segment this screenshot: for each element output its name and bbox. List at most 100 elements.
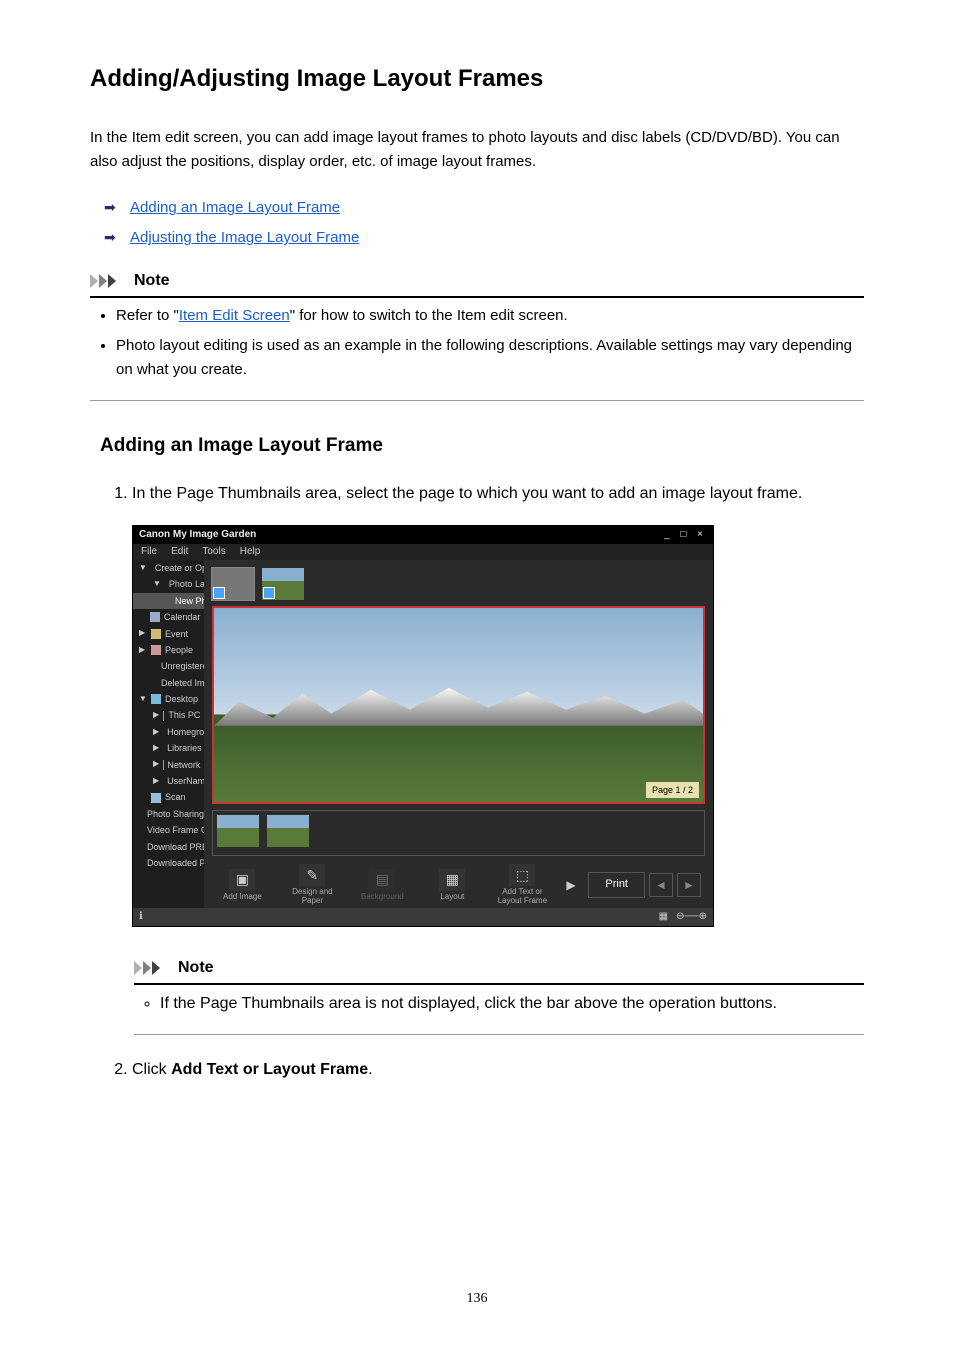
- tray-thumb-1[interactable]: [217, 815, 259, 847]
- tree-item-icon: [151, 793, 161, 803]
- tree-item[interactable]: ▶Libraries: [133, 740, 204, 756]
- steps-list: In the Page Thumbnails area, select the …: [110, 481, 864, 1082]
- tree-item[interactable]: Downloaded PREMIUM Contents: [133, 855, 204, 871]
- prev-button[interactable]: ◄: [649, 873, 673, 897]
- tree-item-label: People: [165, 643, 193, 657]
- tray-thumb-2[interactable]: [267, 815, 309, 847]
- step-1-text: In the Page Thumbnails area, select the …: [132, 481, 864, 507]
- thumb-checkbox-icon[interactable]: [263, 587, 275, 599]
- note-header: Note: [90, 268, 864, 298]
- section-heading: Adding an Image Layout Frame: [100, 431, 864, 461]
- tree-item-label: New Photo Layout (1): [175, 594, 204, 608]
- caret-icon: ▶: [153, 775, 159, 788]
- tree-item-label: UserName: [167, 774, 204, 788]
- thumb-checkbox-icon[interactable]: [213, 587, 225, 599]
- tree-item-label: Desktop: [165, 692, 198, 706]
- tree-item[interactable]: ▶People: [133, 642, 204, 658]
- zoom-slider-icon[interactable]: ⊖──⊕: [676, 909, 707, 925]
- note-item-2: Photo layout editing is used as an examp…: [116, 334, 864, 382]
- note-label: Note: [134, 268, 170, 294]
- link-adjusting[interactable]: Adjusting the Image Layout Frame: [130, 229, 359, 246]
- tree-item[interactable]: ▶ Homegroup: [133, 724, 204, 740]
- thumb-1[interactable]: [212, 568, 254, 600]
- play-icon[interactable]: ▶: [566, 876, 584, 895]
- status-icon: ▦: [659, 909, 668, 925]
- add-image-button[interactable]: ▣ Add Image: [216, 869, 268, 902]
- image-tray: [212, 810, 705, 856]
- preview-image: [214, 686, 703, 726]
- tree-item-icon: [151, 694, 161, 704]
- sidebar-tree: ▼Create or Open Items▼Photo Layout New Ph…: [133, 560, 204, 908]
- statusbar: ℹ ▦ ⊖──⊕: [133, 908, 713, 926]
- tree-item[interactable]: Deleted Images of People: [133, 675, 204, 691]
- caret-icon: ▶: [139, 627, 147, 640]
- tree-item-label: Event: [165, 627, 188, 641]
- background-icon: ▤: [369, 869, 395, 891]
- main-area: Page 1 / 2 ▣ Add Image ✎: [204, 560, 713, 908]
- thumb-2[interactable]: [262, 568, 304, 600]
- tree-item-label: Photo Sharing Sites: [147, 807, 204, 821]
- page-indicator: Page 1 / 2: [646, 782, 699, 798]
- tree-item-label: Video Frame Capture: [147, 823, 204, 837]
- link-item-edit-screen[interactable]: Item Edit Screen: [179, 307, 290, 324]
- note-body: Refer to "Item Edit Screen" for how to s…: [90, 304, 864, 401]
- tree-item[interactable]: Scan: [133, 789, 204, 805]
- step-1: In the Page Thumbnails area, select the …: [132, 481, 864, 1035]
- add-frame-button[interactable]: ⬚ Add Text or Layout Frame: [496, 864, 548, 906]
- page-title: Adding/Adjusting Image Layout Frames: [90, 60, 864, 98]
- tree-item-label: Unregistered People: [161, 659, 204, 673]
- caret-icon: ▼: [153, 578, 161, 591]
- page-number: 136: [0, 1288, 954, 1310]
- tree-item[interactable]: Unregistered People: [133, 658, 204, 674]
- menu-tools[interactable]: Tools: [202, 544, 225, 560]
- tree-item-label: Calendar: [164, 610, 201, 624]
- tree-item-icon: [163, 711, 164, 721]
- intro-text: In the Item edit screen, you can add ima…: [90, 126, 864, 174]
- tree-item-label: Scan: [165, 790, 186, 804]
- layout-button[interactable]: ▦ Layout: [426, 869, 478, 902]
- tree-item[interactable]: ▶ Event: [133, 626, 204, 642]
- tree-item[interactable]: New Photo Layout (1): [133, 593, 204, 609]
- next-button[interactable]: ►: [677, 873, 701, 897]
- tree-item-label: Download PREMIUM Contents: [147, 840, 204, 854]
- tree-item[interactable]: Video Frame Capture: [133, 822, 204, 838]
- note-header-2: Note: [134, 955, 864, 985]
- caret-icon: ▼: [139, 693, 147, 706]
- tree-item[interactable]: ▶ UserName: [133, 773, 204, 789]
- tree-item-label: Homegroup: [167, 725, 204, 739]
- step-2: Click Add Text or Layout Frame.: [132, 1057, 864, 1083]
- tree-item-label: Network: [167, 758, 200, 772]
- tree-item[interactable]: Download PREMIUM Contents: [133, 839, 204, 855]
- note-label-2: Note: [178, 955, 214, 981]
- note-body-2: If the Page Thumbnails area is not displ…: [134, 991, 864, 1036]
- tree-item-label: This PC: [168, 708, 200, 722]
- toolbar: ▣ Add Image ✎ Design and Paper ▤ Backgro…: [212, 862, 705, 906]
- caret-icon: ▶: [153, 726, 159, 739]
- tree-item[interactable]: ▼Create or Open Items: [133, 560, 204, 576]
- tree-item[interactable]: ▼ Desktop: [133, 691, 204, 707]
- menu-help[interactable]: Help: [240, 544, 261, 560]
- design-paper-button[interactable]: ✎ Design and Paper: [286, 864, 338, 906]
- design-paper-icon: ✎: [299, 864, 325, 886]
- step-2-bold: Add Text or Layout Frame: [171, 1061, 368, 1078]
- print-button[interactable]: Print: [588, 872, 645, 898]
- tree-item-label: Downloaded PREMIUM Contents: [147, 856, 204, 870]
- caret-icon: ▶: [153, 709, 159, 722]
- tree-item[interactable]: ▼Photo Layout: [133, 576, 204, 592]
- menu-file[interactable]: File: [141, 544, 157, 560]
- layout-icon: ▦: [439, 869, 465, 891]
- info-icon[interactable]: ℹ: [139, 909, 143, 925]
- menu-edit[interactable]: Edit: [171, 544, 188, 560]
- app-title: Canon My Image Garden: [139, 527, 256, 543]
- window-buttons[interactable]: _ □ ×: [664, 527, 707, 543]
- add-image-icon: ▣: [229, 869, 255, 891]
- tree-item[interactable]: Photo Sharing Sites: [133, 806, 204, 822]
- tree-item[interactable]: ▶ This PC: [133, 707, 204, 723]
- preview-area[interactable]: Page 1 / 2: [212, 606, 705, 804]
- tree-item-icon: [151, 629, 161, 639]
- caret-icon: ▶: [153, 758, 159, 771]
- screenshot: Canon My Image Garden _ □ × File Edit To…: [132, 525, 714, 927]
- link-adding[interactable]: Adding an Image Layout Frame: [130, 199, 340, 216]
- tree-item[interactable]: ▶ Network: [133, 757, 204, 773]
- tree-item[interactable]: Calendar: [133, 609, 204, 625]
